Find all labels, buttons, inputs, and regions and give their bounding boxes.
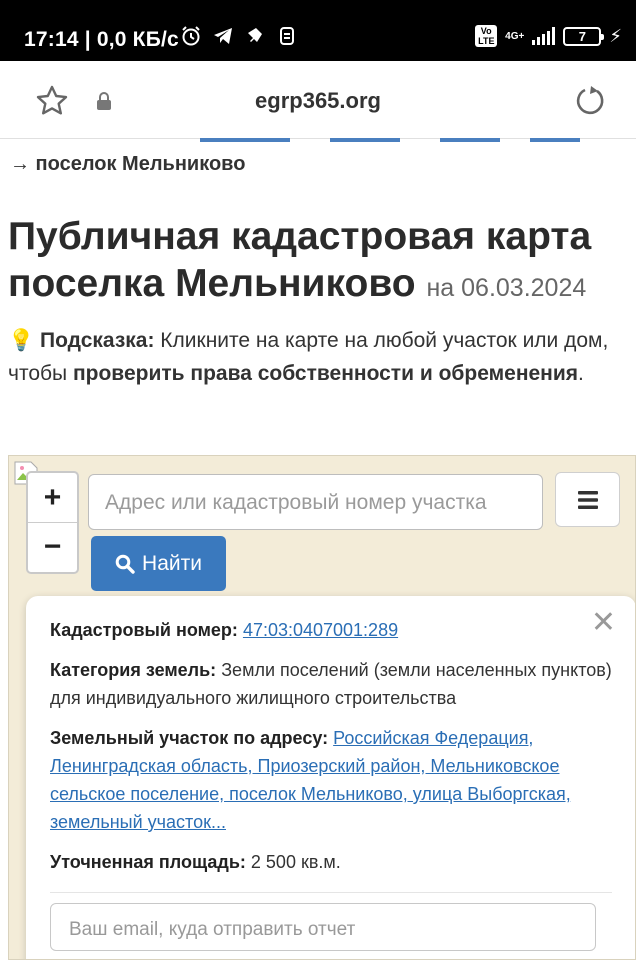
email-field[interactable]: Ваш email, куда отправить отчет xyxy=(50,903,596,951)
area-row: Уточненная площадь: 2 500 кв.м. xyxy=(50,848,612,876)
cadastral-map[interactable]: + − Адрес или кадастровый номер участка … xyxy=(8,455,636,960)
land-category-value: Земли поселений (земли населенных пункто… xyxy=(221,660,612,680)
search-icon xyxy=(115,554,135,574)
breadcrumb: → поселок Мельниково xyxy=(10,153,246,175)
map-menu-button[interactable] xyxy=(555,472,620,527)
status-right: Vo LTE 4G+ 7 ⚡ xyxy=(475,25,622,47)
cadastral-number-label: Кадастровый номер: xyxy=(50,620,238,640)
cadastral-number-link[interactable]: 47:03:0407001:289 xyxy=(243,620,398,640)
land-category-row: Категория земель: Земли поселений (земли… xyxy=(50,656,612,712)
close-icon[interactable]: ✕ xyxy=(591,608,616,638)
hint-text: 💡 Подсказка: Кликните на карте на любой … xyxy=(8,324,633,390)
app-notification-icon xyxy=(244,25,266,47)
cadastral-number-row: Кадастровый номер: 47:03:0407001:289 xyxy=(50,616,612,644)
battery-level: 7 xyxy=(578,28,586,44)
zoom-out-button[interactable]: − xyxy=(28,522,77,571)
hamburger-icon xyxy=(577,490,598,509)
lightbulb-icon: 💡 xyxy=(8,329,35,352)
address-bar[interactable]: egrp365.org xyxy=(0,88,636,114)
hint-label: Подсказка: xyxy=(40,329,155,352)
browser-toolbar: egrp365.org xyxy=(0,61,636,139)
breadcrumb-previous-links xyxy=(0,138,636,144)
charging-icon: ⚡ xyxy=(609,25,622,46)
page-title: Публичная кадастровая карта поселка Мель… xyxy=(8,213,633,312)
parcel-info-popup: ✕ Кадастровый номер: 47:03:0407001:289 К… xyxy=(26,596,635,959)
alarm-icon xyxy=(180,25,202,47)
find-button-label: Найти xyxy=(142,551,202,575)
find-button[interactable]: Найти xyxy=(91,536,226,591)
status-time: 17:14 | 0,0 КБ/с xyxy=(24,28,179,51)
battery-icon: 7 xyxy=(563,26,605,46)
land-use-value: для индивидуального жилищного строительс… xyxy=(50,688,457,708)
network-type: 4G+ xyxy=(505,30,525,42)
reload-icon[interactable] xyxy=(572,83,608,119)
signal-icon xyxy=(532,27,556,45)
status-icons xyxy=(180,25,298,47)
address-row: Земельный участок по адресу: Российская … xyxy=(50,724,612,836)
divider xyxy=(50,892,612,893)
zoom-control: + − xyxy=(26,471,79,574)
telegram-icon xyxy=(212,25,234,47)
volte-badge: Vo LTE xyxy=(475,25,498,47)
status-bar: 17:14 | 0,0 КБ/с Vo LTE 4G+ 7 ⚡ xyxy=(0,0,636,61)
sim-icon xyxy=(276,25,298,47)
address-label: Земельный участок по адресу: xyxy=(50,728,329,748)
area-label: Уточненная площадь: xyxy=(50,852,246,872)
area-value: 2 500 кв.м. xyxy=(250,852,341,872)
page-title-date: на 06.03.2024 xyxy=(426,274,587,302)
land-category-label: Категория земель: xyxy=(50,660,217,680)
hint-text-part2: . xyxy=(578,362,584,385)
zoom-in-button[interactable]: + xyxy=(28,473,77,522)
address-search-input[interactable]: Адрес или кадастровый номер участка xyxy=(88,474,543,530)
hint-bold: проверить права собственности и обремене… xyxy=(72,362,579,385)
